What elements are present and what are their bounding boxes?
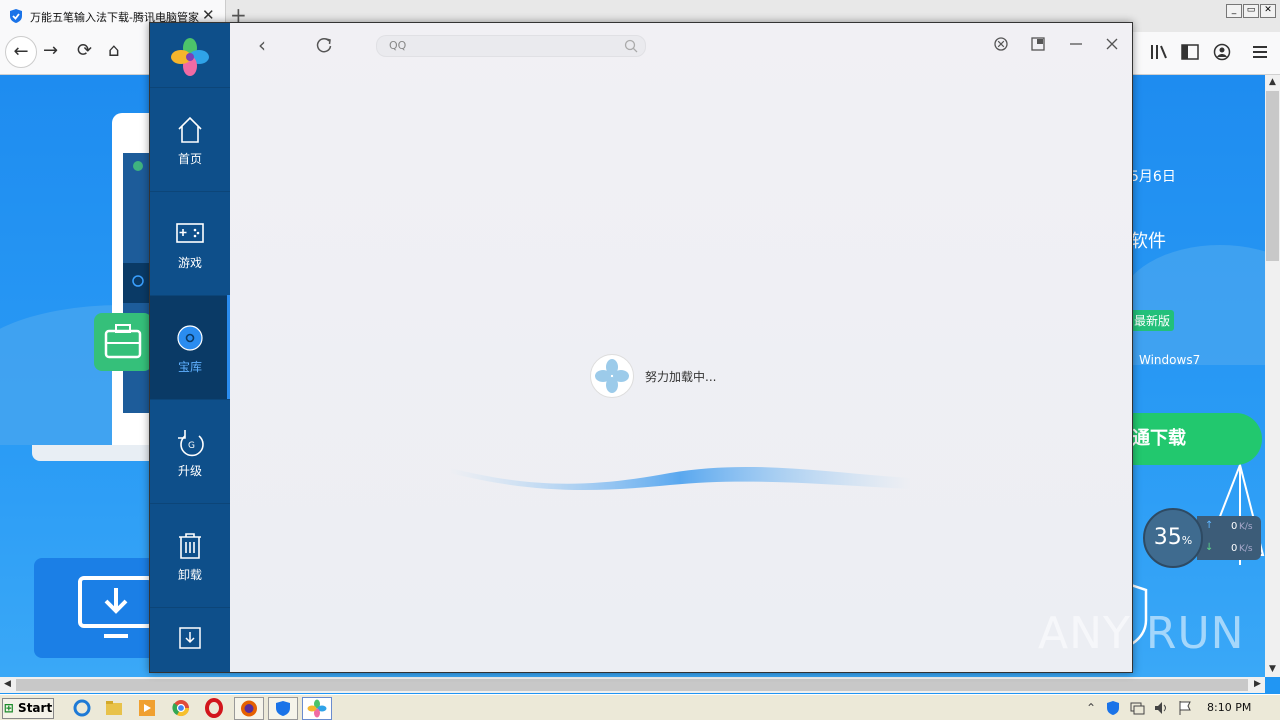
loading-text: 努力加载中... [645, 370, 717, 384]
chrome-icon[interactable] [171, 698, 191, 718]
memory-percent-circle: 35% [1143, 508, 1203, 568]
clover-logo-icon [590, 354, 634, 398]
home-icon [178, 116, 202, 143]
library-icon[interactable] [1150, 44, 1168, 60]
opera-icon[interactable] [204, 698, 224, 718]
minimize-icon[interactable] [1068, 36, 1084, 52]
scroll-down-icon[interactable]: ▼ [1265, 662, 1280, 677]
network-icon[interactable] [1129, 700, 1145, 716]
reload-button[interactable]: ⟳ [77, 40, 92, 61]
network-speed-widget[interactable]: ↑ 0 K/s ↓ 0 K/s 35% [1143, 508, 1263, 568]
system-clock[interactable]: 8:10 PM [1207, 701, 1251, 714]
scroll-left-icon[interactable]: ◀ [0, 677, 15, 692]
app-sidebar: 首页 游戏 宝库 G 升级 卸载 [150, 23, 230, 672]
wave-decoration [450, 466, 910, 490]
upload-speed-unit: K/s [1239, 522, 1253, 532]
download-speed-value: 0 [1231, 543, 1238, 554]
gamepad-icon [176, 223, 204, 243]
game-controller-icon[interactable] [993, 36, 1009, 52]
shield-icon [10, 9, 22, 23]
upload-speed-value: 0 [1231, 521, 1238, 532]
scrollbar-thumb[interactable] [1266, 91, 1279, 261]
scroll-right-icon[interactable]: ▶ [1250, 677, 1265, 692]
horizontal-scrollbar[interactable]: ◀ ▶ [0, 677, 1265, 693]
shield-icon [276, 701, 290, 716]
download-speed-unit: K/s [1239, 544, 1253, 554]
close-icon[interactable] [1104, 36, 1120, 52]
anyrun-watermark: ANY RUN [1038, 608, 1245, 659]
forward-button[interactable]: → [43, 40, 58, 61]
sidebar-item-treasury[interactable]: 宝库 [150, 295, 230, 399]
software-fragment: 软件 [1130, 231, 1166, 252]
firefox-icon [241, 700, 257, 717]
volume-icon[interactable] [1153, 700, 1169, 716]
download-arrow-icon: ↓ [1205, 542, 1214, 553]
windows-taskbar: ⊞ Start ⌃ 8:10 PM [0, 694, 1280, 720]
back-icon[interactable]: ‹ [258, 33, 266, 57]
new-version-tag: 最新版 [1130, 310, 1175, 331]
app-logo-icon [307, 699, 327, 718]
restore-button[interactable]: ▭ [1243, 4, 1259, 18]
sidebar-item-downloads[interactable] [150, 607, 230, 672]
disc-icon [177, 325, 203, 351]
flag-icon[interactable] [1177, 700, 1193, 716]
sidebar-item-games[interactable]: 游戏 [150, 191, 230, 295]
search-icon[interactable] [624, 39, 638, 53]
svg-text:G: G [188, 441, 195, 451]
mountain-shape [1120, 245, 1265, 365]
toolbox-icon [94, 313, 152, 371]
upload-arrow-icon: ↑ [1205, 520, 1214, 531]
sidebar-item-uninstall[interactable]: 卸载 [150, 503, 230, 607]
date-fragment: 5月6日 [1130, 169, 1176, 185]
sidebar-item-label: 卸载 [177, 568, 202, 582]
sidebar-item-home[interactable]: 首页 [150, 87, 230, 191]
close-window-button[interactable]: ✕ [1260, 4, 1276, 18]
trash-icon [179, 533, 201, 559]
minimize-button[interactable]: _ [1226, 4, 1242, 18]
refresh-icon[interactable] [315, 36, 333, 54]
scroll-up-icon[interactable]: ▲ [1265, 75, 1280, 90]
account-icon[interactable] [1213, 43, 1231, 61]
percent-unit: % [1181, 534, 1193, 547]
taskbar-firefox[interactable] [234, 697, 264, 720]
app-logo-icon [171, 38, 209, 76]
sidebar-item-label: 宝库 [177, 360, 202, 374]
taskbar-pcmanager[interactable] [268, 697, 298, 720]
upgrade-icon: G [178, 430, 204, 457]
media-player-icon[interactable] [137, 698, 157, 718]
start-label: Start [18, 701, 53, 715]
shield-tray-icon[interactable] [1105, 700, 1121, 716]
sidebar-item-label: 升级 [177, 464, 202, 478]
window-controls: _ ▭ ✕ [1225, 1, 1276, 18]
home-button[interactable]: ⌂ [108, 40, 119, 61]
download-button[interactable]: 通下载 [1130, 413, 1262, 465]
sidebar-item-label: 首页 [177, 152, 202, 166]
laptop-base-illustration [32, 445, 162, 461]
hscrollbar-thumb[interactable] [16, 679, 1248, 691]
search-box[interactable] [376, 35, 646, 57]
mini-mode-icon[interactable] [1030, 36, 1046, 52]
back-button[interactable]: ← [5, 36, 37, 68]
speed-panel: ↑ 0 K/s ↓ 0 K/s [1197, 516, 1261, 560]
memory-percent: 35 [1153, 525, 1182, 550]
sidebar-item-upgrade[interactable]: G 升级 [150, 399, 230, 503]
vertical-scrollbar[interactable]: ▲ ▼ [1265, 75, 1280, 677]
search-input[interactable] [387, 38, 621, 53]
monitor-download-icon [78, 576, 154, 638]
taskbar-software-manager[interactable] [302, 697, 332, 720]
start-button[interactable]: ⊞ Start [2, 698, 54, 719]
menu-icon[interactable] [1252, 45, 1268, 59]
sidebar-toggle-icon[interactable] [1181, 44, 1199, 60]
sidebar-item-label: 游戏 [177, 256, 202, 270]
os-text: Windows7 [1139, 353, 1201, 367]
download-icon [179, 627, 201, 649]
app-content: ‹ 努力加载中... [230, 23, 1132, 672]
ie-icon[interactable] [72, 698, 92, 718]
tray-expand-icon[interactable]: ⌃ [1086, 701, 1096, 715]
folder-icon[interactable] [104, 698, 124, 718]
software-manager-window: 首页 游戏 宝库 G 升级 卸载 ‹ QQ 努力加载中... [149, 22, 1133, 673]
